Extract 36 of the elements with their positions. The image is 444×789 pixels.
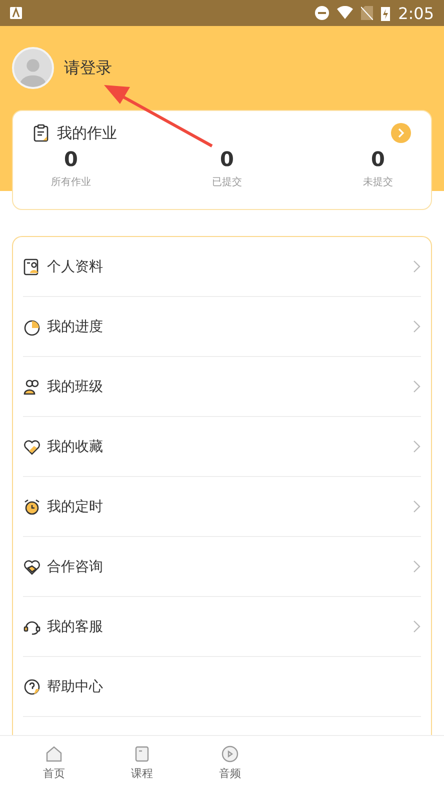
stat-label: 所有作业 [51, 176, 91, 189]
menu-item[interactable]: 我的班级 [23, 357, 421, 417]
tab-item[interactable]: 首页 [10, 736, 98, 789]
tab-item[interactable]: 课程 [98, 736, 186, 789]
menu-item[interactable]: 合作咨询 [23, 537, 421, 597]
alarm-clock-icon [23, 498, 41, 516]
login-link[interactable]: 请登录 [64, 58, 112, 78]
chevron-right-icon[interactable] [391, 123, 411, 143]
stat-label: 已提交 [212, 176, 242, 189]
menu-item[interactable]: 我的客服 [23, 597, 421, 657]
wifi-icon [337, 6, 354, 20]
clipboard-icon [33, 124, 49, 142]
menu-item[interactable]: 我的收藏 [23, 417, 421, 477]
stat-count: 0 [220, 147, 234, 171]
heart-icon [23, 438, 41, 456]
menu-item[interactable]: 帮助中心 [23, 657, 421, 717]
handshake-icon [23, 558, 41, 576]
stat-count: 0 [371, 147, 385, 171]
tab-item[interactable]: 音频 [186, 736, 274, 789]
menu-item[interactable]: 我的进度 [23, 297, 421, 357]
home-icon [44, 744, 64, 764]
homework-title: 我的作业 [57, 124, 118, 142]
do-not-disturb-icon [315, 6, 330, 20]
play-icon [220, 744, 240, 764]
status-time: 2:05 [398, 4, 434, 22]
stat-label: 未提交 [363, 176, 393, 189]
profile-card-icon [23, 258, 41, 276]
progress-icon [23, 318, 41, 336]
menu-item[interactable]: 个人资料 [23, 237, 421, 297]
menu-item[interactable]: 我的定时 [23, 477, 421, 537]
no-sim-icon [361, 6, 374, 20]
people-icon [23, 378, 41, 396]
app-notification-icon [10, 7, 22, 19]
stat-count: 0 [64, 147, 78, 171]
help-icon [23, 678, 41, 696]
battery-charging-icon [381, 6, 390, 20]
